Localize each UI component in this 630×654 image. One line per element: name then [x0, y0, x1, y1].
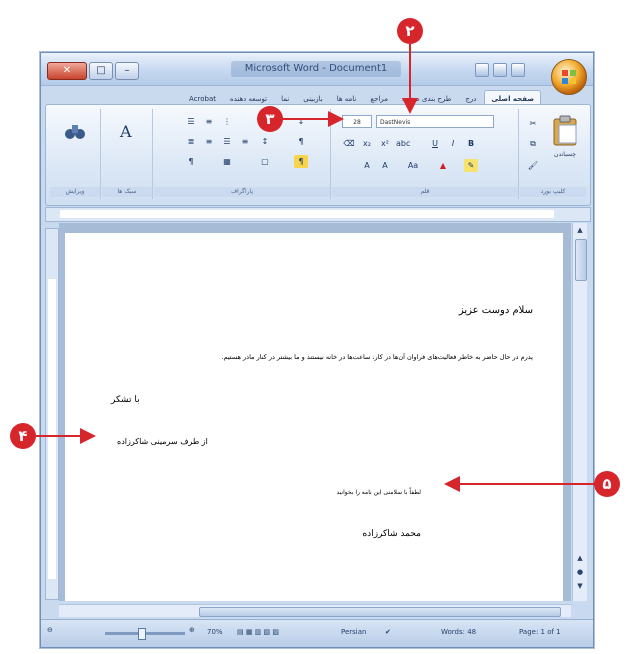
callout-badge-5: ۵ [594, 471, 620, 497]
callout-badge-2: ۲ [397, 18, 423, 44]
callout-badge-4: ۴ [10, 423, 36, 449]
callout-badge-3: ۳ [257, 106, 283, 132]
callout-arrows [36, 44, 596, 492]
